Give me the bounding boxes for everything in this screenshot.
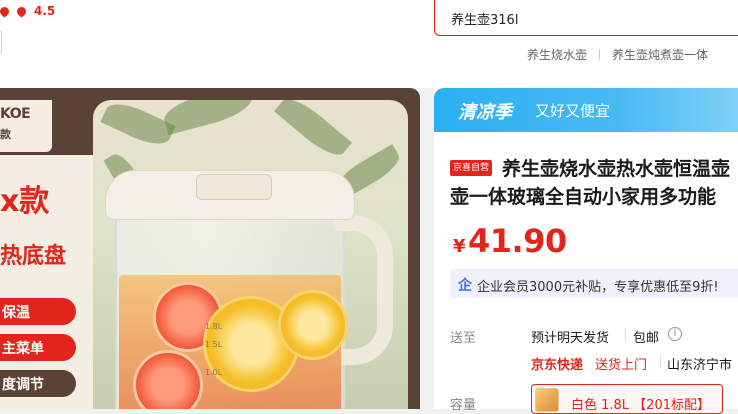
product-title: 养生壶烧水壶热水壶恒温壶 xyxy=(502,158,731,180)
self-operated-badge: 京喜自营 xyxy=(450,160,493,176)
feature-chip: 主菜单 xyxy=(0,334,76,361)
feature-chip: 保温 xyxy=(0,298,76,325)
brand-logo: KOE xyxy=(0,106,31,122)
hot-words: 养生烧水壶 养生壶炖煮壶一体 xyxy=(527,46,708,63)
search-box[interactable] xyxy=(434,0,738,36)
product-photo: 1.8L 1.5L 1.0L xyxy=(93,100,408,409)
info-icon[interactable]: i xyxy=(668,327,682,341)
product-price: 41.90 xyxy=(468,222,567,260)
enterprise-icon: 企 xyxy=(458,278,472,294)
divider xyxy=(625,328,626,341)
feature-chip: 度调节 xyxy=(0,370,76,397)
divider xyxy=(660,355,661,368)
product-title-line2: 壶一体玻璃全自动小家用多功能 xyxy=(450,186,717,208)
store-dropdown[interactable] xyxy=(0,30,2,54)
capacity-option-text: 白色 1.8L 【201标配】 xyxy=(571,398,710,413)
capacity-label: 容量 xyxy=(450,398,477,413)
heart-icon xyxy=(15,4,28,18)
search-input[interactable] xyxy=(451,8,731,28)
rating-value: 4.5 xyxy=(34,4,56,18)
delivery-label: 送至 xyxy=(450,331,477,346)
postage-text: 包邮 xyxy=(633,331,660,346)
member-offer-text: 企业会员3000元补贴，专享优惠低至9折! xyxy=(477,280,719,295)
hot-word-link[interactable]: 养生烧水壶 xyxy=(527,46,587,63)
banner-title: 清凉季 xyxy=(458,102,512,123)
option-thumbnail xyxy=(535,388,559,412)
promo-subheadline: 热底盘 xyxy=(0,244,67,269)
delivery-region-selector[interactable]: 山东济宁市 xyxy=(667,354,732,373)
hot-word-link[interactable]: 养生壶炖煮壶一体 xyxy=(612,46,708,63)
ship-eta: 预计明天发货 xyxy=(531,331,610,346)
price-currency: ¥ xyxy=(453,236,466,257)
heart-icon xyxy=(0,4,11,18)
brand-sub: 款 xyxy=(0,128,11,141)
jd-express-label: 京东快递 xyxy=(531,358,584,373)
banner-subtitle: 又好又便宜 xyxy=(535,102,611,120)
divider xyxy=(599,49,601,60)
door-delivery-label: 送货上门 xyxy=(595,358,648,373)
lid-knob xyxy=(196,174,272,200)
promo-headline: x款 xyxy=(0,184,50,219)
store-rating: 4.5 xyxy=(0,4,55,18)
